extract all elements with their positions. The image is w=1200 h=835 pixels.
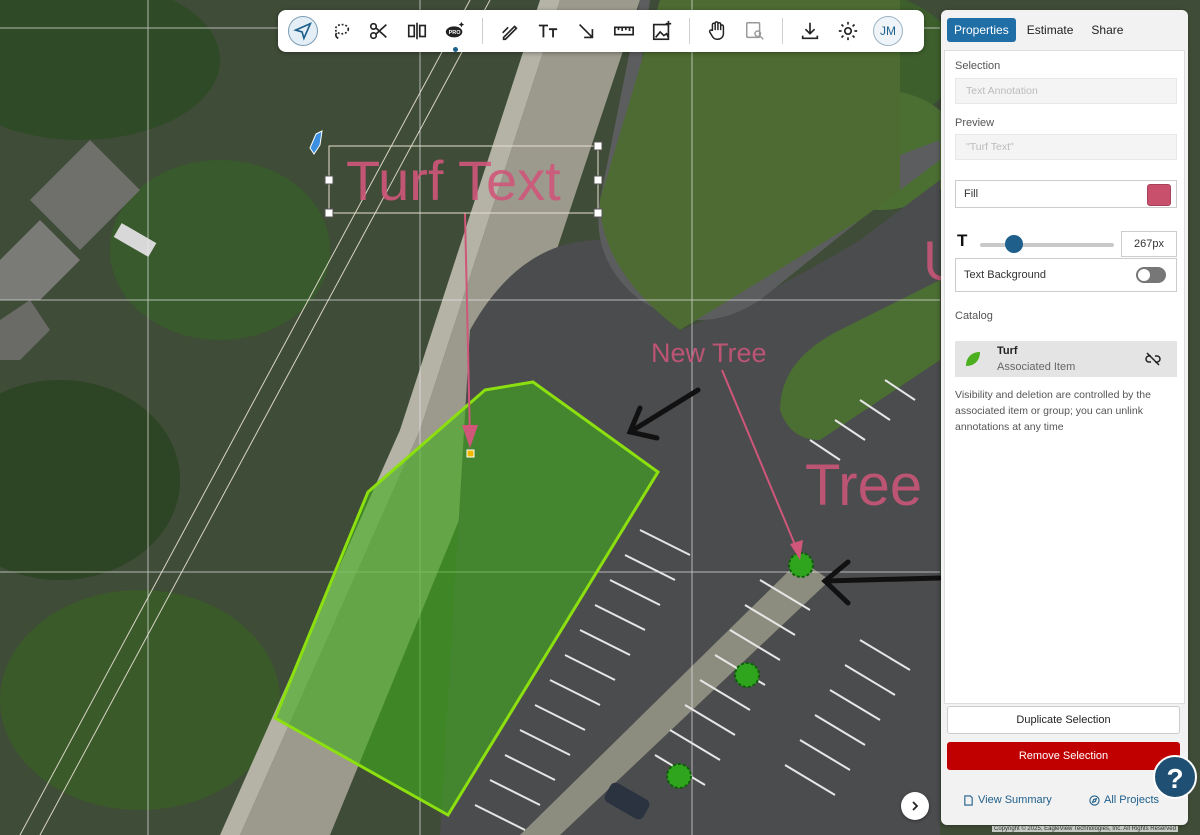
turf-text-annotation[interactable]: Turf Text <box>346 149 561 212</box>
selection-label: Selection <box>955 60 1001 72</box>
all-projects-label: All Projects <box>1104 794 1160 806</box>
panel-footer: View Summary All Projects <box>941 782 1188 818</box>
pro-ai-icon: PRO <box>445 21 465 38</box>
unlink-icon[interactable] <box>1145 352 1161 366</box>
chevron-right-icon <box>912 801 919 811</box>
view-summary-link[interactable]: View Summary <box>963 794 1052 806</box>
hand-pan-icon <box>708 21 725 40</box>
text-size-input[interactable]: 267px <box>1121 231 1177 257</box>
selection-field: Text Annotation <box>955 78 1177 104</box>
fill-label: Fill <box>964 188 979 200</box>
catalog-item-subtitle: Associated Item <box>997 361 1076 373</box>
properties-panel: Properties Estimate Share Selection Text… <box>941 10 1188 825</box>
settings-button[interactable] <box>833 16 863 46</box>
tab-share[interactable]: Share <box>1084 18 1130 42</box>
duplicate-selection-button[interactable]: Duplicate Selection <box>947 706 1180 734</box>
text-size-glyph-icon: T <box>957 231 968 250</box>
draw-tool-button[interactable] <box>495 16 525 46</box>
pro-ai-tool-button[interactable]: PRO <box>440 16 470 52</box>
split-tool-button[interactable] <box>402 16 432 46</box>
text-background-label: Text Background <box>964 269 1046 281</box>
catalog-item-turf[interactable]: Turf Associated Item <box>955 341 1177 377</box>
select-tool-button[interactable] <box>288 16 318 46</box>
catalog-note: Visibility and deletion are controlled b… <box>955 389 1151 433</box>
text-tool-button[interactable] <box>533 16 563 46</box>
fill-row[interactable]: Fill <box>955 180 1177 208</box>
map-toolbar: PRO JM <box>278 10 924 52</box>
pan-tool-button[interactable] <box>702 16 732 46</box>
document-icon <box>964 794 973 806</box>
add-image-button[interactable] <box>647 16 677 46</box>
ruler-icon <box>614 26 634 36</box>
scissors-icon <box>369 22 387 40</box>
zoom-area-button[interactable] <box>740 16 770 46</box>
add-image-icon <box>652 20 672 41</box>
user-avatar[interactable]: JM <box>873 16 903 46</box>
cut-tool-button[interactable] <box>364 16 394 46</box>
lasso-tool-button[interactable] <box>326 16 356 46</box>
download-button[interactable] <box>795 16 825 46</box>
text-size-slider-track[interactable] <box>980 243 1114 247</box>
help-button[interactable]: ? <box>1153 755 1197 799</box>
compass-icon <box>1089 794 1100 806</box>
toolbar-divider <box>689 18 690 44</box>
preview-field: "Turf Text" <box>955 134 1177 160</box>
pro-indicator-dot <box>453 47 458 52</box>
measure-tool-button[interactable] <box>609 16 639 46</box>
download-icon <box>801 22 819 40</box>
toolbar-divider <box>782 18 783 44</box>
split-columns-icon <box>407 22 427 40</box>
arrow-tool-button[interactable] <box>571 16 601 46</box>
text-background-row: Text Background <box>955 258 1177 292</box>
fill-color-swatch[interactable] <box>1147 184 1171 206</box>
tab-estimate[interactable]: Estimate <box>1020 18 1081 42</box>
arrow-tool-icon <box>578 23 594 39</box>
text-size-icon <box>538 24 558 38</box>
all-projects-link[interactable]: All Projects <box>1089 794 1159 806</box>
zoom-area-icon <box>746 22 764 40</box>
remove-selection-button[interactable]: Remove Selection <box>947 742 1180 770</box>
arrow-endpoint-handle[interactable] <box>466 449 475 458</box>
turf-leaf-icon <box>966 352 980 366</box>
preview-label: Preview <box>955 117 995 129</box>
settings-gear-icon <box>838 21 858 41</box>
panel-tabs: Properties Estimate Share <box>947 18 1130 42</box>
tab-properties[interactable]: Properties <box>947 18 1016 42</box>
pen-draw-icon <box>502 25 518 41</box>
expand-panel-button[interactable] <box>901 792 929 820</box>
catalog-item-title: Turf <box>997 345 1018 357</box>
svg-text:PRO: PRO <box>449 30 462 36</box>
tree-annotation[interactable]: Tree <box>805 453 922 518</box>
navigate-arrow-icon <box>293 22 312 41</box>
new-tree-annotation[interactable]: New Tree <box>651 338 767 368</box>
view-summary-label: View Summary <box>978 794 1052 806</box>
lasso-icon <box>334 23 350 40</box>
toolbar-divider <box>482 18 483 44</box>
catalog-label: Catalog <box>955 310 993 322</box>
properties-body: Selection Text Annotation Preview "Turf … <box>944 50 1185 704</box>
copyright-notice: Copyright © 2025, EagleView Technologies… <box>992 826 1178 832</box>
text-background-toggle[interactable] <box>1136 267 1166 283</box>
text-size-slider-thumb[interactable] <box>1005 235 1023 253</box>
